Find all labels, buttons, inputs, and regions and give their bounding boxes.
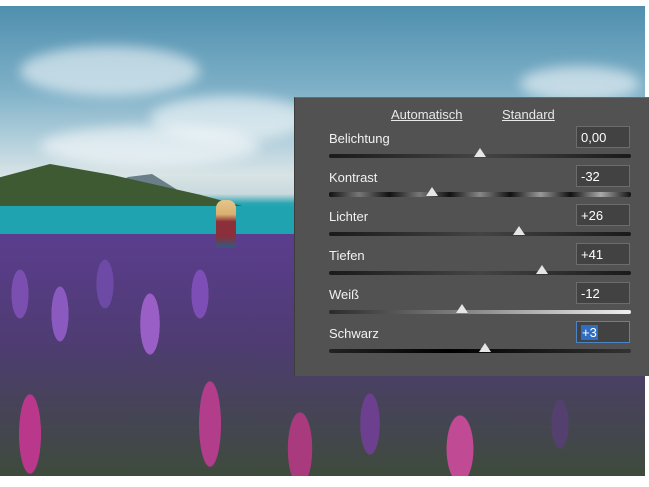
slider-track[interactable] — [329, 232, 631, 236]
field-text: +41 — [581, 247, 604, 262]
exposure-value-field[interactable]: 0,00 — [576, 126, 630, 148]
cloud — [20, 46, 200, 96]
hillside — [0, 164, 250, 208]
cloud — [520, 66, 640, 101]
slider-thumb[interactable] — [474, 148, 486, 157]
slider-row-schwarz: Schwarz +3 — [295, 321, 649, 365]
field-text: 0,00 — [581, 130, 607, 145]
field-text: -12 — [581, 286, 600, 301]
slider-thumb[interactable] — [425, 187, 438, 196]
slider-label: Lichter — [329, 209, 369, 224]
slider-label: Schwarz — [329, 326, 379, 341]
panel-header: Automatisch Standard — [295, 107, 649, 123]
field-text: +26 — [581, 208, 604, 223]
slider-track[interactable] — [329, 310, 631, 314]
shadows-value-field[interactable]: +41 — [576, 243, 630, 265]
slider-label: Belichtung — [329, 131, 390, 146]
blacks-value-field[interactable]: +3 — [576, 321, 630, 343]
slider-thumb[interactable] — [535, 265, 548, 274]
auto-button[interactable]: Automatisch — [391, 107, 463, 122]
cloud — [40, 126, 260, 166]
contrast-value-field[interactable]: -32 — [576, 165, 630, 187]
slider-track[interactable] — [329, 271, 631, 275]
slider-label: Kontrast — [329, 170, 378, 185]
highlights-value-field[interactable]: +26 — [576, 204, 630, 226]
field-text: +3 — [581, 325, 598, 340]
slider-thumb[interactable] — [478, 343, 491, 352]
slider-thumb[interactable] — [513, 226, 526, 235]
slider-label: Weiß — [329, 287, 360, 302]
slider-label: Tiefen — [329, 248, 365, 263]
slider-track[interactable] — [329, 192, 631, 197]
slider-thumb[interactable] — [455, 304, 468, 313]
field-text: -32 — [581, 169, 600, 184]
whites-value-field[interactable]: -12 — [576, 282, 630, 304]
standard-button[interactable]: Standard — [502, 107, 555, 122]
adjustment-panel: Automatisch Standard Belichtung 0,00 Kon… — [294, 97, 649, 376]
person-figure — [216, 200, 236, 248]
